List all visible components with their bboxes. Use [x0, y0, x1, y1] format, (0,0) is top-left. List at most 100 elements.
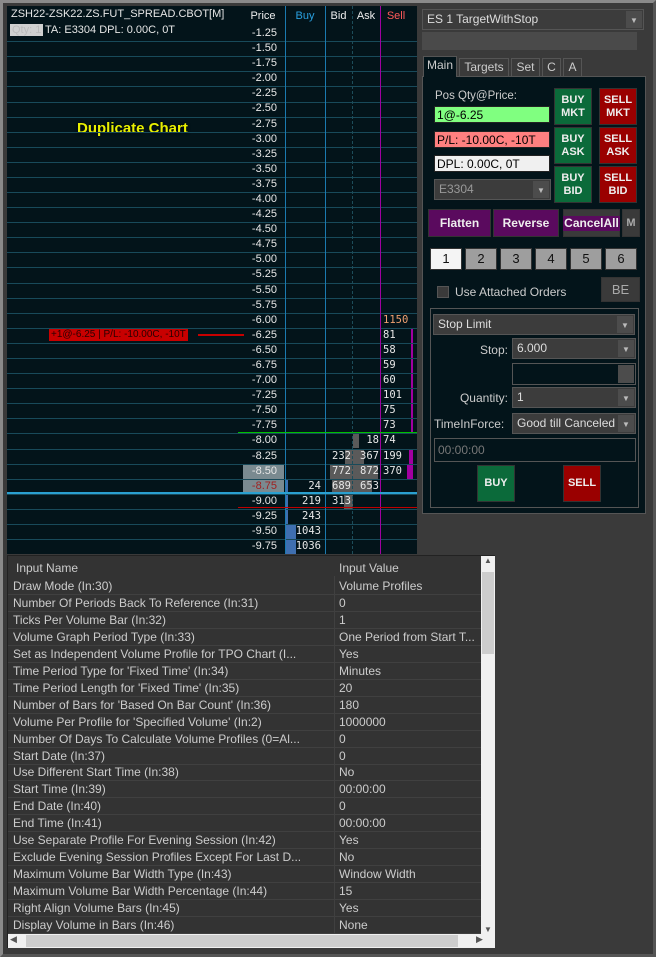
tab-c[interactable]: C: [542, 58, 561, 77]
price-cell[interactable]: -8.50: [245, 464, 277, 479]
reverse-button[interactable]: Reverse: [493, 209, 559, 237]
price-cell[interactable]: -8.00: [245, 433, 277, 448]
input-row[interactable]: Volume Graph Period Type (In:33) One Peri…: [8, 629, 481, 646]
price-cell[interactable]: -5.25: [245, 267, 277, 282]
sell-button[interactable]: SELL: [563, 465, 601, 502]
sell-cell[interactable]: 59: [383, 358, 396, 373]
sell-cell[interactable]: 1150: [383, 313, 408, 328]
tab-targets[interactable]: Targets: [459, 58, 509, 77]
price-cell[interactable]: -5.50: [245, 283, 277, 298]
sell-cell[interactable]: 81: [383, 328, 396, 343]
sell-cell[interactable]: 60: [383, 373, 396, 388]
input-row[interactable]: Number of Bars for 'Based On Bar Count' …: [8, 697, 481, 714]
input-row[interactable]: Number Of Periods Back To Reference (In:…: [8, 595, 481, 612]
price-cell[interactable]: -1.75: [245, 56, 277, 71]
input-row[interactable]: Set as Independent Volume Profile for TP…: [8, 646, 481, 663]
sell-mkt-button[interactable]: SELL MKT: [599, 88, 637, 125]
time-input[interactable]: 00:00:00: [434, 438, 636, 462]
m-button[interactable]: M: [622, 209, 640, 237]
flatten-button[interactable]: Flatten: [428, 209, 491, 237]
input-row[interactable]: Volume Per Profile for 'Specified Volume…: [8, 714, 481, 731]
buy-cell[interactable]: 243: [286, 509, 321, 524]
price-cell[interactable]: -7.25: [245, 388, 277, 403]
price-cell[interactable]: -5.75: [245, 298, 277, 313]
price-cell[interactable]: -4.75: [245, 237, 277, 252]
order-type-select[interactable]: Stop Limit ▼: [433, 314, 635, 335]
vertical-scrollbar[interactable]: ▲ ▼: [481, 556, 495, 934]
horizontal-scrollbar[interactable]: ◀ ▶: [8, 934, 495, 948]
qty-preset-6[interactable]: 6: [605, 248, 637, 270]
price-cell[interactable]: -6.50: [245, 343, 277, 358]
input-value[interactable]: 1: [339, 612, 481, 629]
input-value[interactable]: 0: [339, 748, 481, 765]
input-value[interactable]: None: [339, 917, 481, 934]
input-value[interactable]: 00:00:00: [339, 815, 481, 832]
price-cell[interactable]: -3.75: [245, 177, 277, 192]
tif-select[interactable]: Good till Canceled ▼: [512, 413, 636, 434]
input-row[interactable]: Number Of Days To Calculate Volume Profi…: [8, 731, 481, 748]
buy-cell[interactable]: 1043: [286, 524, 321, 539]
price-cell[interactable]: -8.25: [245, 449, 277, 464]
buy-ask-button[interactable]: BUY ASK: [554, 127, 592, 164]
input-value[interactable]: Yes: [339, 646, 481, 663]
price-cell[interactable]: -3.50: [245, 162, 277, 177]
price-cell[interactable]: -6.25: [245, 328, 277, 343]
bid-cell[interactable]: 232: [325, 449, 351, 464]
price-cell[interactable]: -2.50: [245, 101, 277, 116]
input-row[interactable]: Use Different Start Time (In:38) No: [8, 764, 481, 782]
input-row[interactable]: Ticks Per Volume Bar (In:32) 1: [8, 612, 481, 629]
sell-bid-button[interactable]: SELL BID: [599, 166, 637, 203]
input-value[interactable]: 1000000: [339, 714, 481, 731]
input-value[interactable]: 180: [339, 697, 481, 714]
input-row[interactable]: End Date (In:40) 0: [8, 798, 481, 816]
input-row[interactable]: Exclude Evening Session Profiles Except …: [8, 849, 481, 867]
buy-button[interactable]: BUY: [477, 465, 515, 502]
input-row[interactable]: Use Separate Profile For Evening Session…: [8, 832, 481, 850]
scroll-left-icon[interactable]: ◀: [10, 934, 17, 945]
price-cell[interactable]: -1.50: [245, 41, 277, 56]
qty-label[interactable]: Qty: 1: [10, 24, 44, 36]
strategy-select[interactable]: ES 1 TargetWithStop ▼: [422, 9, 644, 30]
input-value[interactable]: Volume Profiles: [339, 578, 481, 595]
input-row[interactable]: Display Volume in Bars (In:46) None: [8, 917, 481, 934]
input-row[interactable]: Start Date (In:37) 0: [8, 748, 481, 765]
input-value[interactable]: Minutes: [339, 663, 481, 680]
price-cell[interactable]: -7.50: [245, 403, 277, 418]
stop-price-select[interactable]: 6.000 ▼: [512, 338, 636, 359]
input-row[interactable]: Draw Mode (In:30) Volume Profiles: [8, 578, 481, 595]
input-value[interactable]: 20: [339, 680, 481, 697]
tab-set[interactable]: Set: [511, 58, 540, 77]
input-row[interactable]: Start Time (In:39) 00:00:00: [8, 781, 481, 799]
input-value[interactable]: 00:00:00: [339, 781, 481, 798]
input-value[interactable]: 0: [339, 798, 481, 815]
input-value[interactable]: Yes: [339, 832, 481, 849]
price-cell[interactable]: -4.25: [245, 207, 277, 222]
ask-cell[interactable]: 367: [353, 449, 379, 464]
input-value[interactable]: No: [339, 764, 481, 781]
sell-cell[interactable]: 58: [383, 343, 396, 358]
sell-ask-button[interactable]: SELL ASK: [599, 127, 637, 164]
scroll-thumb[interactable]: [482, 572, 494, 654]
price-cell[interactable]: -4.50: [245, 222, 277, 237]
ask-cell[interactable]: 18: [353, 433, 379, 448]
price-cell[interactable]: -5.00: [245, 252, 277, 267]
hscroll-thumb[interactable]: [26, 935, 458, 947]
sell-cell[interactable]: 199: [383, 449, 402, 464]
price-cell[interactable]: -9.50: [245, 524, 277, 539]
input-value[interactable]: 0: [339, 595, 481, 612]
qty-preset-1[interactable]: 1: [430, 248, 462, 270]
price-cell[interactable]: -7.00: [245, 373, 277, 388]
sell-cell[interactable]: 101: [383, 388, 402, 403]
scroll-up-icon[interactable]: ▲: [481, 556, 495, 565]
input-value[interactable]: 0: [339, 731, 481, 748]
use-attached-orders-checkbox[interactable]: [437, 286, 449, 298]
sell-cell[interactable]: 370: [383, 464, 402, 479]
quantity-select[interactable]: 1 ▼: [512, 387, 636, 408]
input-value[interactable]: Window Width: [339, 866, 481, 883]
ask-cell[interactable]: 872: [353, 464, 379, 479]
breakeven-button[interactable]: BE: [601, 277, 640, 302]
price-cell[interactable]: -1.25: [245, 26, 277, 41]
scroll-down-icon[interactable]: ▼: [481, 925, 495, 934]
input-value[interactable]: No: [339, 849, 481, 866]
buy-cell[interactable]: 1036: [286, 539, 321, 554]
